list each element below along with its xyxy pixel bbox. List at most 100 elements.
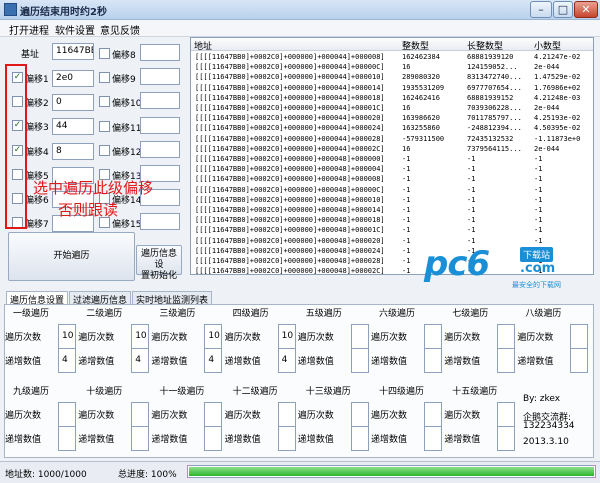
offset-2-input[interactable]: 0 bbox=[52, 94, 94, 112]
menu-open-process[interactable]: 打开进程 bbox=[9, 22, 49, 37]
table-cell: -1 bbox=[467, 195, 476, 204]
reset-settings-label-1: 遍历信息设 bbox=[140, 249, 177, 270]
table-cell: -1 bbox=[467, 155, 476, 163]
col-long[interactable]: 长整数型 bbox=[467, 39, 503, 52]
level-step-input[interactable] bbox=[204, 426, 223, 451]
table-row[interactable]: [[[[11647BB0]+0002C0]+000000]+000044]+00… bbox=[191, 52, 593, 62]
start-traverse-button[interactable]: 开始遍历 bbox=[8, 232, 135, 281]
level-step-input[interactable] bbox=[58, 426, 76, 451]
offset-12-checkbox[interactable] bbox=[99, 144, 110, 156]
level-count-input[interactable] bbox=[350, 402, 369, 427]
level-step-input[interactable] bbox=[277, 426, 296, 451]
offset-10-input[interactable] bbox=[140, 92, 180, 110]
level-step-input[interactable]: 4 bbox=[277, 348, 296, 373]
offset-9-label: 偏移9 bbox=[112, 75, 136, 86]
level-count-input[interactable] bbox=[58, 402, 76, 427]
table-cell: 16 bbox=[402, 63, 411, 72]
level-count-input[interactable] bbox=[350, 324, 369, 349]
offset-1-input[interactable]: 2e0 bbox=[52, 70, 94, 87]
table-row[interactable]: [[[[11647BB0]+0002C0]+000000]+000048]+00… bbox=[191, 215, 593, 225]
level-step-label: 递增数值 bbox=[371, 357, 408, 367]
level-count-input[interactable] bbox=[497, 324, 516, 349]
level-count-input[interactable] bbox=[424, 402, 442, 427]
table-cell: 2e-044 bbox=[534, 63, 560, 72]
offset-9-input[interactable] bbox=[140, 68, 180, 86]
table-row[interactable]: [[[[11647BB0]+0002C0]+000000]+000048]+00… bbox=[191, 195, 593, 205]
table-row[interactable]: [[[[11647BB0]+0002C0]+000000]+000048]+00… bbox=[191, 205, 593, 215]
col-int[interactable]: 整数型 bbox=[402, 39, 429, 52]
table-row[interactable]: [[[[11647BB0]+0002C0]+000000]+000048]+00… bbox=[191, 164, 593, 174]
close-button[interactable]: ✕ bbox=[574, 1, 598, 18]
table-cell: -1 bbox=[467, 175, 476, 184]
level-step-input[interactable] bbox=[497, 348, 516, 373]
base-address-input[interactable]: 11647BB0 bbox=[52, 43, 94, 60]
level-step-input[interactable] bbox=[350, 426, 369, 451]
level-count-input[interactable]: 10 bbox=[277, 324, 296, 349]
table-row[interactable]: [[[[11647BB0]+0002C0]+000000]+000044]+00… bbox=[191, 93, 593, 103]
author-by: By: zkex bbox=[523, 394, 561, 404]
table-row[interactable]: [[[[11647BB0]+0002C0]+000000]+000048]+00… bbox=[191, 185, 593, 195]
level-count-input[interactable]: 10 bbox=[58, 324, 76, 349]
level-step-input[interactable] bbox=[350, 348, 369, 373]
level-step-label: 递增数值 bbox=[78, 357, 115, 367]
table-row[interactable]: [[[[11647BB0]+0002C0]+000000]+000044]+00… bbox=[191, 103, 593, 113]
table-cell: [[[[11647BB0]+0002C0]+000000]+000044]+00… bbox=[195, 53, 385, 61]
progress-bar bbox=[187, 465, 596, 478]
level-count-input[interactable]: 10 bbox=[131, 324, 150, 349]
menu-settings[interactable]: 软件设置 bbox=[55, 22, 95, 37]
table-row[interactable]: [[[[11647BB0]+0002C0]+000000]+000044]+00… bbox=[191, 113, 593, 123]
offset-8-input[interactable] bbox=[140, 44, 180, 61]
table-row[interactable]: [[[[11647BB0]+0002C0]+000000]+000044]+00… bbox=[191, 144, 593, 154]
tab-realtime-monitor[interactable]: 实时地址监测列表 bbox=[132, 291, 212, 306]
table-row[interactable]: [[[[11647BB0]+0002C0]+000000]+000044]+00… bbox=[191, 72, 593, 82]
table-cell: [[[[11647BB0]+0002C0]+000000]+000044]+00… bbox=[195, 144, 385, 153]
level-step-label: 递增数值 bbox=[224, 357, 261, 367]
table-row[interactable]: [[[[11647BB0]+0002C0]+000000]+000044]+00… bbox=[191, 123, 593, 133]
offset-11-checkbox[interactable] bbox=[99, 120, 110, 132]
offset-4-input[interactable]: 8 bbox=[52, 142, 94, 160]
level-step-input[interactable] bbox=[424, 348, 442, 373]
level-step-input[interactable]: 4 bbox=[131, 348, 150, 373]
table-row[interactable]: [[[[11647BB0]+0002C0]+000000]+000044]+00… bbox=[191, 134, 593, 144]
level-step-input[interactable] bbox=[497, 426, 516, 451]
table-cell: -1 bbox=[534, 195, 543, 204]
level-title: 四级遍历 bbox=[232, 309, 269, 319]
offset-10-checkbox[interactable] bbox=[99, 96, 110, 108]
menu-feedback[interactable]: 意见反馈 bbox=[100, 22, 140, 37]
offset-8-checkbox[interactable] bbox=[99, 48, 110, 59]
table-cell: 163255860 bbox=[402, 124, 440, 133]
offset-15-input[interactable] bbox=[140, 213, 180, 231]
level-count-input[interactable] bbox=[424, 324, 442, 349]
reset-settings-button[interactable]: 遍历信息设 置初始化 bbox=[136, 245, 182, 281]
offset-9-checkbox[interactable] bbox=[99, 72, 110, 84]
level-count-input[interactable] bbox=[277, 402, 296, 427]
table-row[interactable]: [[[[11647BB0]+0002C0]+000000]+000044]+00… bbox=[191, 83, 593, 93]
tab-traverse-settings[interactable]: 遍历信息设置 bbox=[6, 291, 68, 306]
level-count-input[interactable] bbox=[204, 402, 223, 427]
col-address[interactable]: 地址 bbox=[194, 39, 212, 52]
level-step-input[interactable]: 4 bbox=[204, 348, 223, 373]
table-row[interactable]: [[[[11647BB0]+0002C0]+000000]+000048]+00… bbox=[191, 154, 593, 164]
level-count-input[interactable] bbox=[131, 402, 150, 427]
offset-3-input[interactable]: 44 bbox=[52, 118, 94, 136]
table-row[interactable]: [[[[11647BB0]+0002C0]+000000]+000048]+00… bbox=[191, 225, 593, 235]
level-count-input[interactable]: 10 bbox=[204, 324, 223, 349]
offset-11-input[interactable] bbox=[140, 116, 180, 134]
level-step-input[interactable] bbox=[424, 426, 442, 451]
level-step-input[interactable] bbox=[131, 426, 150, 451]
tab-filter[interactable]: 过滤遍历信息 bbox=[69, 291, 131, 306]
table-cell: [[[[11647BB0]+0002C0]+000000]+000044]+00… bbox=[195, 134, 385, 143]
table-row[interactable]: [[[[11647BB0]+0002C0]+000000]+000044]+00… bbox=[191, 62, 593, 72]
table-row[interactable]: [[[[11647BB0]+0002C0]+000000]+000048]+00… bbox=[191, 174, 593, 184]
offset-12-input[interactable] bbox=[140, 140, 180, 158]
col-float[interactable]: 小数型 bbox=[534, 39, 561, 52]
result-list[interactable]: 地址 整数型 长整数型 小数型 [[[[11647BB0]+0002C0]+00… bbox=[190, 37, 594, 275]
maximize-button[interactable]: □ bbox=[553, 1, 573, 18]
level-step-label: 递增数值 bbox=[297, 357, 334, 367]
minimize-button[interactable]: – bbox=[530, 1, 552, 18]
level-count-input[interactable] bbox=[570, 324, 589, 349]
level-count-input[interactable] bbox=[497, 402, 516, 427]
level-title: 九级遍历 bbox=[13, 387, 50, 397]
level-step-input[interactable] bbox=[570, 348, 589, 373]
level-step-input[interactable]: 4 bbox=[58, 348, 76, 373]
